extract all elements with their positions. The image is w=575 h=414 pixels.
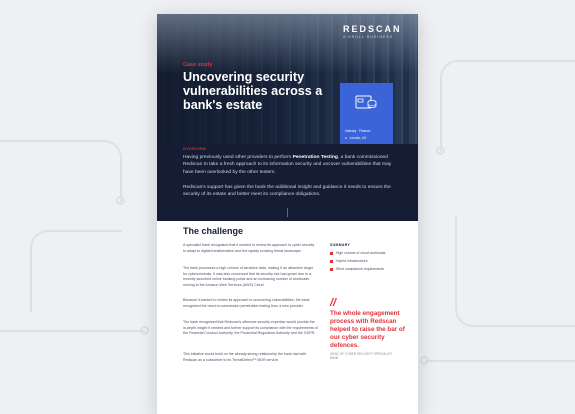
- info-sector: Industry Finance: [345, 129, 370, 133]
- summary-item-text: Strict compliance requirements: [336, 267, 385, 271]
- challenge-paragraph: Because it wanted to review its approach…: [183, 298, 310, 308]
- overview-paragraph-1: Having previously used other providers t…: [183, 154, 393, 176]
- section-divider: [287, 208, 288, 217]
- background-line: [455, 215, 575, 327]
- bullet-icon: [330, 251, 333, 255]
- overview-heading: OVERVIEW: [183, 147, 207, 151]
- overview-text: Having previously used other providers t…: [183, 155, 293, 160]
- document-title: Uncovering security vulnerabilities acro…: [183, 70, 323, 112]
- challenge-paragraph: A specialist bank recognised that it nee…: [183, 243, 315, 253]
- brand-tagline: A KROLL BUSINESS: [343, 35, 394, 39]
- summary-item: High volume of cloud workloads: [330, 251, 385, 255]
- info-panel: Industry Finance ● London, UK: [340, 83, 393, 145]
- bullet-icon: [330, 259, 333, 263]
- location-value: London, UK: [349, 136, 367, 140]
- pull-quote: The whole engagement process with Redsca…: [330, 310, 405, 349]
- background-line: [0, 330, 145, 333]
- background-dot: [116, 196, 125, 205]
- background-line: [30, 230, 122, 312]
- overview-highlight: Penetration Testing: [292, 155, 338, 160]
- challenge-paragraph: This initiative would build on the alrea…: [183, 352, 307, 362]
- info-location: ● London, UK: [345, 136, 366, 140]
- document-type: Case study: [183, 62, 213, 68]
- background-dot: [140, 326, 149, 335]
- background-line: [440, 60, 575, 152]
- background-line: [0, 140, 122, 202]
- data-card-icon: [355, 95, 377, 109]
- summary-heading: SUMMARY: [330, 243, 351, 247]
- case-study-document: REDSCAN A KROLL BUSINESS Case study Unco…: [157, 14, 418, 414]
- quote-mark-icon: //: [330, 297, 337, 309]
- background-line: [425, 360, 575, 363]
- bullet-icon: [330, 267, 333, 271]
- background-dot: [436, 146, 445, 155]
- location-pin-icon: ●: [345, 136, 347, 140]
- sector-label: Industry: [345, 129, 357, 133]
- brand-logo: REDSCAN: [343, 24, 402, 34]
- challenge-paragraph: The bank processes a high volume of sens…: [183, 266, 313, 287]
- sector-value: Finance: [359, 129, 371, 133]
- challenge-paragraph: The bank recognised that Redscan's offen…: [183, 320, 318, 336]
- summary-item-text: Hybrid infrastructure: [336, 259, 368, 263]
- summary-item-text: High volume of cloud workloads: [336, 251, 386, 255]
- quote-attribution: HEAD OF CYBER SECURITY SPECIALIST BANK: [330, 352, 393, 361]
- summary-item: Hybrid infrastructure: [330, 259, 368, 263]
- summary-item: Strict compliance requirements: [330, 267, 384, 271]
- background-dot: [420, 356, 429, 365]
- overview-paragraph-2: Redscan's support has given the bank the…: [183, 185, 391, 198]
- challenge-heading: The challenge: [183, 226, 244, 236]
